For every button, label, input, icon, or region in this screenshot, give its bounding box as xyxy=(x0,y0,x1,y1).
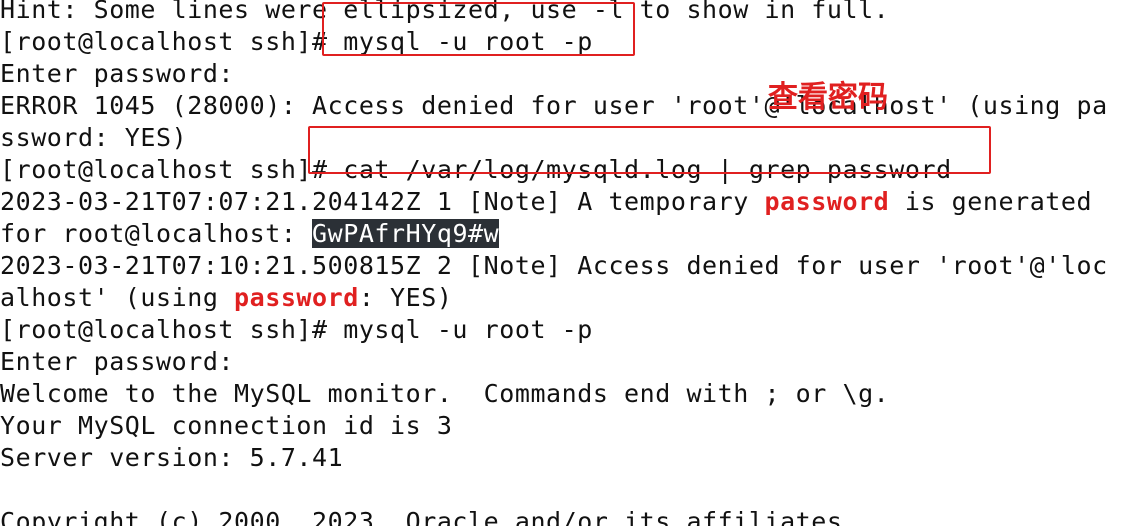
terminal-line-command-mysql-login-2: [root@localhost ssh]# mysql -u root -p xyxy=(0,315,593,344)
grep-match-password: password xyxy=(234,283,359,312)
terminal-line-server-version: Server version: 5.7.41 xyxy=(0,443,344,472)
terminal-line-welcome: Welcome to the MySQL monitor. Commands e… xyxy=(0,379,890,408)
terminal-line-connection-id: Your MySQL connection id is 3 xyxy=(0,411,453,440)
log-text: for root@localhost: xyxy=(0,219,313,248)
log-text: : YES) xyxy=(358,283,453,312)
terminal-line-error-cont: ssword: YES) xyxy=(0,123,188,152)
terminal-line-log-temp-password: 2023-03-21T07:07:21.204142Z 1 [Note] A t… xyxy=(0,186,1092,218)
log-text: is generated xyxy=(889,187,1093,216)
annotation-box-grep-command xyxy=(308,126,991,174)
log-text: alhost' (using xyxy=(0,283,235,312)
terminal-line-copyright: Copyright (c) 2000, 2023, Oracle and/or … xyxy=(0,507,859,526)
annotation-box-mysql-command xyxy=(322,2,635,56)
terminal-line-enter-password: Enter password: xyxy=(0,59,235,88)
terminal-line-log-access-denied: 2023-03-21T07:10:21.500815Z 2 [Note] Acc… xyxy=(0,251,1108,280)
terminal-line-enter-password-2: Enter password: xyxy=(0,347,235,376)
annotation-label-view-password: 查看密码 xyxy=(768,80,888,115)
terminal-line-log-access-denied-cont: alhost' (using password: YES) xyxy=(0,282,452,314)
terminal-line-log-temp-password-cont: for root@localhost: GwPAfrHYq9#w xyxy=(0,218,500,250)
log-text: 2023-03-21T07:07:21.204142Z 1 [Note] A t… xyxy=(0,187,765,216)
terminal-line-error: ERROR 1045 (28000): Access denied for us… xyxy=(0,91,1108,120)
selected-temporary-password[interactable]: GwPAfrHYq9#w xyxy=(312,219,500,248)
terminal-window[interactable]: Hint: Some lines were ellipsized, use -l… xyxy=(0,0,1139,526)
grep-match-password: password xyxy=(764,187,890,216)
